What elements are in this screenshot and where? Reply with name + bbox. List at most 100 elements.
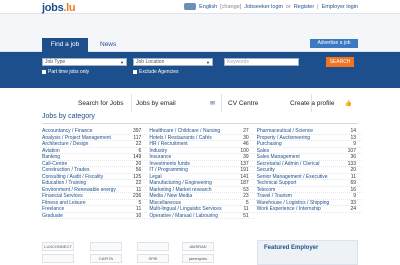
category-count: 5	[138, 199, 142, 206]
category-count: 36	[350, 154, 356, 160]
category-link[interactable]: Operative / Manual / Labouring 51	[149, 212, 255, 219]
category-count: 397	[132, 128, 142, 134]
category-label: Media / New Media	[149, 193, 193, 199]
category-count: 9	[353, 141, 356, 147]
language-change-link[interactable]: [change]	[220, 4, 241, 10]
category-count: 149	[132, 154, 142, 160]
category-count: 20	[350, 167, 356, 173]
category-label: Industry	[149, 147, 168, 154]
category-label: Insurance	[149, 154, 172, 160]
category-count: 22	[135, 180, 142, 186]
category-label: Senior Management / Executive	[256, 173, 328, 180]
language-current: English	[199, 3, 218, 10]
category-label: Hotels / Restaurants / Cafés	[149, 134, 212, 141]
account-links: English [change] Jobseeker login or Regi…	[184, 3, 358, 10]
employer-logo[interactable]	[90, 242, 122, 251]
category-count: 11	[136, 206, 142, 212]
job-type-select[interactable]: Job Type ▼	[42, 58, 127, 66]
category-count: 191	[240, 167, 249, 173]
keywords-input[interactable]: Keywords	[224, 58, 299, 66]
chevron-down-icon: ▼	[206, 60, 210, 65]
category-column: Healthcare / Childcare / Nursing 27 Hotels…	[149, 128, 255, 219]
tab-news[interactable]: News	[100, 38, 116, 52]
category-count: 27	[243, 128, 249, 134]
category-count: 11	[136, 186, 142, 193]
category-count: 56	[135, 167, 142, 173]
advertise-job-button[interactable]: Advertise a job	[310, 39, 358, 48]
category-label: Multi-lingual / Linguistic Services	[149, 206, 222, 212]
employer-logo[interactable]: AMSRAD	[182, 242, 214, 251]
nav-band: Find a job News Advertise a job	[0, 14, 400, 52]
category-label: Environment / Renewable energy	[42, 186, 116, 193]
category-label: Travel / Tourism	[256, 193, 292, 199]
category-count: 100	[240, 147, 249, 154]
checkbox-icon	[133, 70, 137, 74]
jobs-by-email-action[interactable]: Jobs by email ✉	[132, 94, 222, 112]
search-band: Job Type ▼ Job Location ▼ Keywords SEARC…	[0, 52, 400, 88]
job-location-select[interactable]: Job Location ▼	[133, 58, 213, 66]
category-label: Miscellaneous	[149, 199, 182, 206]
category-count: 133	[347, 160, 356, 167]
create-profile-action[interactable]: Create a profile 👍	[290, 94, 358, 112]
category-count: 13	[350, 134, 356, 141]
tab-find-a-job[interactable]: Find a job	[42, 38, 88, 52]
employer-logos: LUXCONNECT CAPITA SPIE AMSRAD jamesjobs	[42, 242, 252, 265]
chevron-down-icon: ▼	[120, 60, 124, 65]
category-label: Purchasing	[256, 141, 282, 147]
employer-logo[interactable]: LUXCONNECT	[42, 242, 74, 251]
exclude-agencies-checkbox[interactable]: Exclude Agencies	[133, 69, 178, 75]
category-label: Legal	[149, 173, 162, 180]
category-label: Accountancy / Finance	[42, 128, 93, 134]
category-count: 23	[243, 193, 249, 199]
category-label: Fitness and Leisure	[42, 199, 86, 206]
category-link[interactable]: Graduate 10	[42, 212, 148, 219]
category-count: 137	[240, 160, 249, 167]
category-label: Banking	[42, 154, 61, 160]
category-label: Aviation	[42, 147, 60, 154]
employer-login-link[interactable]: Employer login	[322, 4, 358, 10]
thumbs-up-icon: 👍	[344, 100, 352, 107]
or-text: or	[285, 3, 291, 10]
separator: |	[317, 3, 319, 10]
category-label: Graduate	[42, 212, 63, 219]
category-label: Financial Services	[42, 193, 83, 199]
register-link[interactable]: Register	[294, 4, 314, 10]
category-label: Technical Support	[256, 180, 297, 186]
category-label: Security	[256, 167, 275, 173]
category-label: Marketing / Market research	[149, 186, 212, 193]
part-time-checkbox[interactable]: Part time jobs only	[42, 69, 89, 75]
category-count: 53	[243, 186, 249, 193]
category-count: 236	[132, 193, 142, 199]
category-count: 107	[347, 147, 356, 154]
category-count: 125	[132, 173, 142, 180]
category-label: Freelance	[42, 206, 65, 212]
category-count: 20	[135, 160, 142, 167]
category-link[interactable]: Work Experience / Internship 24	[256, 206, 362, 213]
category-count: 69	[350, 180, 356, 186]
category-count: 5	[245, 199, 249, 206]
employer-logo[interactable]: SPIE	[137, 254, 169, 263]
category-count: 46	[243, 141, 249, 147]
category-label: Education / Training	[42, 180, 87, 186]
site-logo[interactable]: jobs.lu	[42, 2, 76, 14]
employer-logo[interactable]	[137, 242, 169, 251]
category-count: 24	[350, 206, 356, 212]
category-label: Sales	[256, 147, 270, 154]
employer-logo[interactable]	[42, 254, 74, 263]
category-label: Operative / Manual / Labouring	[149, 212, 218, 219]
globe-icon	[184, 3, 197, 10]
category-count: 22	[135, 141, 142, 147]
employer-logo[interactable]: jamesjobs	[182, 254, 214, 263]
search-button[interactable]: SEARCH	[326, 57, 354, 67]
category-label: Consulting / Audit / Fiscality	[42, 173, 104, 180]
category-label: Secretarial / Admin / Clerical	[256, 160, 320, 167]
employer-logo[interactable]: CAPITA	[90, 254, 122, 263]
jobseeker-login-link[interactable]: Jobseeker login	[244, 4, 283, 10]
category-column: Pharmaceutical / Science 14 Property / Auc…	[256, 128, 362, 219]
category-label: Investments funds	[149, 160, 190, 167]
category-label: Manufacturing / Engineering	[149, 180, 212, 186]
category-count: 9	[353, 193, 356, 199]
search-jobs-action[interactable]: Search for Jobs	[42, 94, 132, 112]
category-label: HR / Recruitment	[149, 141, 188, 147]
category-column: Accountancy / Finance 397 Analysis / Proje…	[42, 128, 148, 219]
